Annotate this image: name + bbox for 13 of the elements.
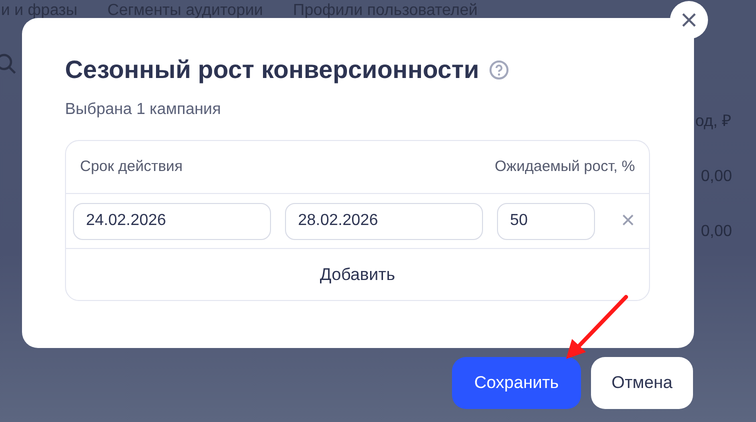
close-icon [682,13,696,27]
dialog-title: Сезонный рост конверсионности [65,55,480,86]
column-header: Ожидаемый рост, % [494,156,635,177]
growth-field[interactable]: 50 [497,202,595,240]
start-date-field[interactable]: 24.02.2026 [73,202,271,240]
subtitle: Выбрана 1 кампания [65,100,222,120]
search-icon[interactable] [0,53,18,75]
end-date-field[interactable]: 28.02.2026 [285,202,483,240]
add-button[interactable]: Добавить [320,262,396,288]
column-header: Срок действия [80,156,183,177]
help-icon[interactable] [489,60,510,80]
save-button[interactable]: Сохранить [452,357,581,409]
cancel-button[interactable]: Отмена [591,357,693,409]
